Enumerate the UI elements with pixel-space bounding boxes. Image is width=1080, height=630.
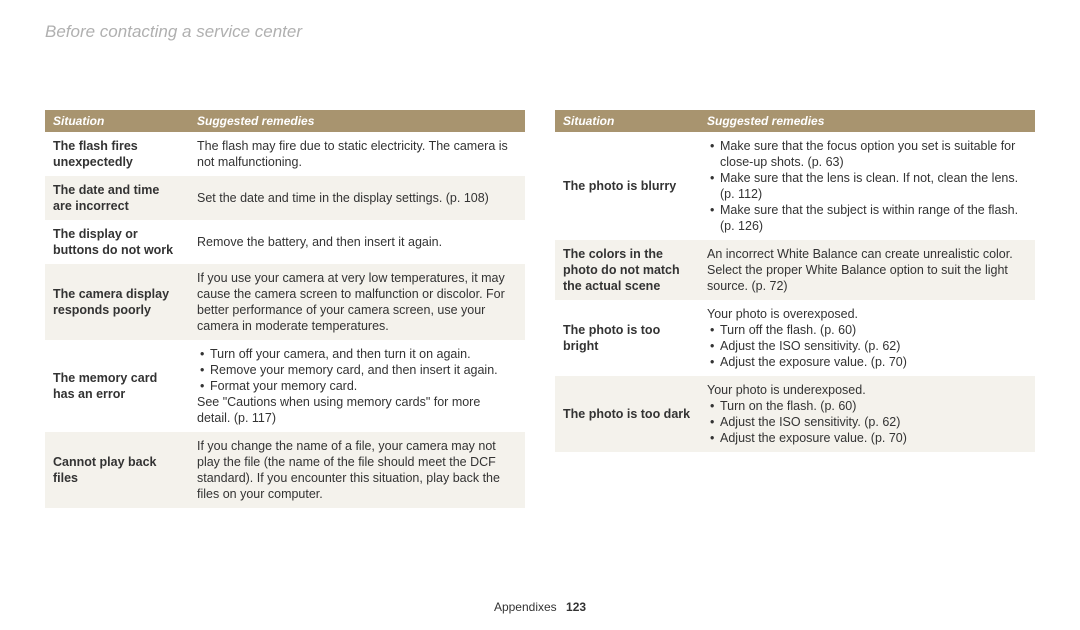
col-header-remedies: Suggested remedies [699,110,1035,132]
remedy-bullet: Make sure that the subject is within ran… [707,202,1027,234]
remedy-tail-text: See "Cautions when using memory cards" f… [197,394,517,426]
remedy-text: The flash may fire due to static electri… [197,138,517,170]
situation-cell: The photo is too bright [555,300,699,376]
remedy-bullet: Format your memory card. [197,378,517,394]
col-header-remedies: Suggested remedies [189,110,525,132]
table-row: The display or buttons do not work Remove… [45,220,525,264]
situation-cell: The display or buttons do not work [45,220,189,264]
situation-cell: The camera display responds poorly [45,264,189,340]
remedy-cell: Remove the battery, and then insert it a… [189,220,525,264]
troubleshoot-table-right: Situation Suggested remedies The photo i… [555,110,1035,452]
situation-cell: The date and time are incorrect [45,176,189,220]
remedy-bullet: Adjust the ISO sensitivity. (p. 62) [707,338,1027,354]
table-row: Cannot play back filesIf you change the … [45,432,525,508]
col-header-situation: Situation [555,110,699,132]
remedy-cell: The flash may fire due to static electri… [189,132,525,176]
remedy-bullet: Adjust the exposure value. (p. 70) [707,354,1027,370]
remedy-bullet: Adjust the ISO sensitivity. (p. 62) [707,414,1027,430]
situation-cell: The photo is blurry [555,132,699,240]
remedy-cell: Your photo is underexposed.Turn on the f… [699,376,1035,452]
remedy-cell: Make sure that the focus option you set … [699,132,1035,240]
footer-page-number: 123 [566,600,586,614]
table-row: The photo is too darkYour photo is under… [555,376,1035,452]
remedy-bullet: Make sure that the lens is clean. If not… [707,170,1027,202]
remedy-bullet: Turn off the flash. (p. 60) [707,322,1027,338]
page-title: Before contacting a service center [45,22,302,42]
footer-section: Appendixes [494,600,557,614]
table-row: The camera display responds poorlyIf you… [45,264,525,340]
remedy-cell: An incorrect White Balance can create un… [699,240,1035,300]
remedy-bullet-list: Turn on the flash. (p. 60)Adjust the ISO… [707,398,1027,446]
remedy-lead-text: Your photo is underexposed. [707,382,1027,398]
remedy-bullet: Make sure that the focus option you set … [707,138,1027,170]
situation-cell: The flash fires unexpectedly [45,132,189,176]
remedy-text: Remove the battery, and then insert it a… [197,234,517,250]
remedy-text: An incorrect White Balance can create un… [707,246,1027,294]
left-column: Situation Suggested remedies The flash f… [45,110,525,508]
troubleshoot-table-left: Situation Suggested remedies The flash f… [45,110,525,508]
remedy-text: If you use your camera at very low tempe… [197,270,517,334]
remedy-bullet-list: Make sure that the focus option you set … [707,138,1027,234]
table-row: The flash fires unexpectedlyThe flash ma… [45,132,525,176]
situation-cell: The colors in the photo do not match the… [555,240,699,300]
remedy-bullet-list: Turn off the flash. (p. 60)Adjust the IS… [707,322,1027,370]
remedy-cell: If you change the name of a file, your c… [189,432,525,508]
table-row: The date and time are incorrect Set the d… [45,176,525,220]
remedy-bullet: Turn off your camera, and then turn it o… [197,346,517,362]
situation-cell: The photo is too dark [555,376,699,452]
remedy-lead-text: Your photo is overexposed. [707,306,1027,322]
table-row: The colors in the photo do not match the… [555,240,1035,300]
remedy-cell: Your photo is overexposed.Turn off the f… [699,300,1035,376]
table-row: The photo is blurryMake sure that the fo… [555,132,1035,240]
situation-cell: Cannot play back files [45,432,189,508]
remedy-cell: Turn off your camera, and then turn it o… [189,340,525,432]
remedy-bullet-list: Turn off your camera, and then turn it o… [197,346,517,394]
table-row: The memory card has an error Turn off you… [45,340,525,432]
remedy-text: Set the date and time in the display set… [197,190,517,206]
remedy-bullet: Remove your memory card, and then insert… [197,362,517,378]
page-footer: Appendixes 123 [0,600,1080,614]
remedy-text: If you change the name of a file, your c… [197,438,517,502]
table-row: The photo is too brightYour photo is ove… [555,300,1035,376]
remedy-cell: Set the date and time in the display set… [189,176,525,220]
right-column: Situation Suggested remedies The photo i… [555,110,1035,508]
page-body: Situation Suggested remedies The flash f… [45,110,1035,508]
remedy-cell: If you use your camera at very low tempe… [189,264,525,340]
col-header-situation: Situation [45,110,189,132]
situation-cell: The memory card has an error [45,340,189,432]
remedy-bullet: Turn on the flash. (p. 60) [707,398,1027,414]
remedy-bullet: Adjust the exposure value. (p. 70) [707,430,1027,446]
